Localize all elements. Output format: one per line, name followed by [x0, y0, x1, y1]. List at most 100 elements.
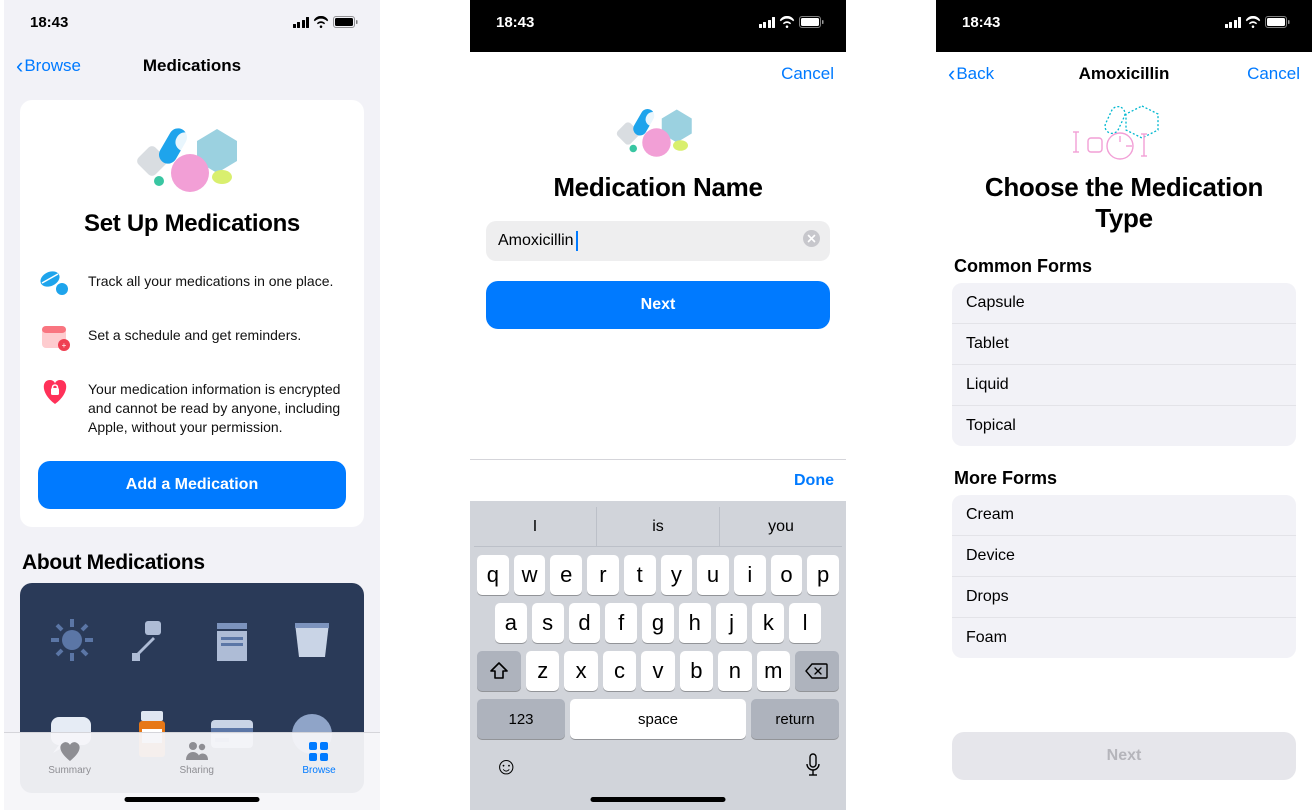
screen-medications-browse: 18:43 ‹ Browse Medications: [4, 0, 380, 810]
medication-name-input[interactable]: Amoxicillin: [486, 221, 830, 261]
cellular-icon: [293, 17, 310, 28]
screen-medication-name: 18:43 Cancel Medication: [470, 0, 846, 810]
key-z[interactable]: z: [526, 651, 559, 691]
list-item[interactable]: Device: [952, 536, 1296, 577]
status-bar: 18:43: [4, 0, 380, 44]
emoji-key[interactable]: ☺: [494, 753, 519, 782]
chevron-left-icon: ‹: [16, 55, 23, 77]
key-b[interactable]: b: [680, 651, 713, 691]
home-indicator[interactable]: [125, 797, 260, 802]
next-button-disabled: Next: [952, 732, 1296, 780]
key-h[interactable]: h: [679, 603, 711, 643]
svg-text:+: +: [62, 341, 67, 350]
key-t[interactable]: t: [624, 555, 656, 595]
feature-privacy-text: Your medication information is encrypted…: [88, 374, 346, 437]
suggestion[interactable]: I: [474, 507, 596, 546]
home-indicator[interactable]: [591, 797, 726, 802]
feature-schedule-text: Set a schedule and get reminders.: [88, 320, 301, 345]
dictation-key[interactable]: [804, 753, 822, 782]
tab-browse[interactable]: Browse: [302, 739, 335, 810]
list-item[interactable]: Liquid: [952, 365, 1296, 406]
back-label: Browse: [24, 56, 81, 76]
feature-schedule: + Set a schedule and get reminders.: [38, 310, 346, 364]
feature-privacy: Your medication information is encrypted…: [38, 364, 346, 447]
list-item[interactable]: Tablet: [952, 324, 1296, 365]
next-button[interactable]: Next: [486, 281, 830, 329]
key-j[interactable]: j: [716, 603, 748, 643]
nav-bar: ‹ Back Amoxicillin Cancel: [936, 52, 1312, 96]
key-r[interactable]: r: [587, 555, 619, 595]
status-bar: 18:43: [470, 0, 846, 44]
key-o[interactable]: o: [771, 555, 803, 595]
key-m[interactable]: m: [757, 651, 790, 691]
keyboard-row-4: 123 space return: [477, 699, 839, 739]
key-n[interactable]: n: [718, 651, 751, 691]
wifi-icon: [779, 16, 795, 28]
cancel-button[interactable]: Cancel: [781, 64, 834, 84]
key-a[interactable]: a: [495, 603, 527, 643]
modal-sheet: Cancel Medication Name Amoxicillin: [470, 52, 846, 810]
card-title: Set Up Medications: [38, 210, 346, 238]
return-key[interactable]: return: [751, 699, 839, 739]
key-u[interactable]: u: [697, 555, 729, 595]
clear-icon[interactable]: [803, 230, 820, 252]
more-forms-list: CreamDeviceDropsFoam: [952, 495, 1296, 658]
pills-icon: [38, 266, 72, 300]
pills-hero-icon: [470, 96, 846, 168]
list-item[interactable]: Capsule: [952, 283, 1296, 324]
key-f[interactable]: f: [605, 603, 637, 643]
heart-lock-icon: [38, 374, 72, 408]
key-i[interactable]: i: [734, 555, 766, 595]
key-v[interactable]: v: [641, 651, 674, 691]
shift-key[interactable]: [477, 651, 521, 691]
numbers-key[interactable]: 123: [477, 699, 565, 739]
chevron-left-icon: ‹: [948, 63, 955, 85]
key-y[interactable]: y: [661, 555, 693, 595]
keyboard: Done I is you qwertyuiop asdfghjkl zxcvb…: [470, 459, 846, 810]
tab-bar: Summary Sharing Browse: [4, 732, 380, 810]
add-medication-button[interactable]: Add a Medication: [38, 461, 346, 509]
keyboard-suggestions: I is you: [474, 507, 842, 547]
status-icons: [1225, 16, 1291, 28]
suggestion[interactable]: is: [596, 507, 719, 546]
about-heading: About Medications: [22, 551, 362, 575]
wifi-icon: [313, 16, 329, 28]
space-key[interactable]: space: [570, 699, 746, 739]
list-item[interactable]: Cream: [952, 495, 1296, 536]
cancel-button[interactable]: Cancel: [1247, 64, 1300, 84]
key-c[interactable]: c: [603, 651, 636, 691]
keyboard-accessory: Done: [470, 459, 846, 501]
key-l[interactable]: l: [789, 603, 821, 643]
back-label: Back: [956, 64, 994, 84]
key-d[interactable]: d: [569, 603, 601, 643]
key-p[interactable]: p: [807, 555, 839, 595]
key-x[interactable]: x: [564, 651, 597, 691]
status-time: 18:43: [30, 14, 68, 31]
status-bar: 18:43: [936, 0, 1312, 44]
suggestion[interactable]: you: [719, 507, 842, 546]
key-s[interactable]: s: [532, 603, 564, 643]
type-hero-icon: [936, 96, 1312, 166]
delete-key[interactable]: [795, 651, 839, 691]
battery-icon: [1265, 16, 1290, 28]
list-item[interactable]: Drops: [952, 577, 1296, 618]
cellular-icon: [1225, 17, 1242, 28]
key-q[interactable]: q: [477, 555, 509, 595]
group-common-forms: Common Forms: [954, 256, 1294, 277]
back-button[interactable]: ‹ Back: [948, 63, 994, 85]
keyboard-row-2: asdfghjkl: [477, 603, 839, 643]
key-k[interactable]: k: [752, 603, 784, 643]
sheet-title: Medication Name: [470, 172, 846, 203]
done-button[interactable]: Done: [794, 472, 834, 490]
key-g[interactable]: g: [642, 603, 674, 643]
key-w[interactable]: w: [514, 555, 546, 595]
input-value: Amoxicillin: [498, 232, 574, 250]
common-forms-list: CapsuleTabletLiquidTopical: [952, 283, 1296, 446]
list-item[interactable]: Foam: [952, 618, 1296, 658]
battery-icon: [333, 16, 358, 28]
key-e[interactable]: e: [550, 555, 582, 595]
list-item[interactable]: Topical: [952, 406, 1296, 446]
feature-track: Track all your medications in one place.: [38, 256, 346, 310]
back-button[interactable]: ‹ Browse: [16, 55, 81, 77]
tab-summary[interactable]: Summary: [48, 739, 91, 810]
